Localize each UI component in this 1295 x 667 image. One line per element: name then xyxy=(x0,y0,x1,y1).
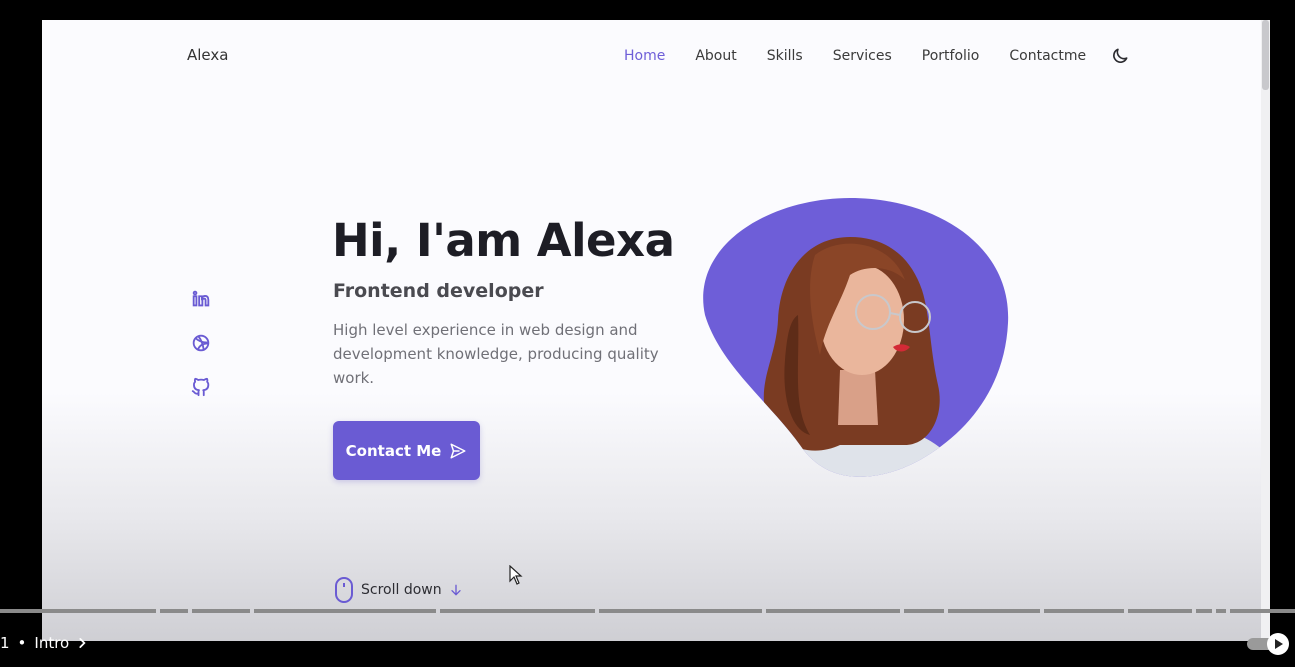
linkedin-icon[interactable] xyxy=(190,288,212,310)
progress-segment[interactable] xyxy=(160,609,188,613)
progress-segment[interactable] xyxy=(1216,609,1226,613)
chapter-number: 1 xyxy=(0,634,10,652)
progress-segment[interactable] xyxy=(1044,609,1124,613)
main-nav: Home About Skills Services Portfolio Con… xyxy=(624,46,1130,66)
contact-me-button[interactable]: Contact Me xyxy=(333,421,480,480)
social-links xyxy=(190,288,212,420)
progress-segment[interactable] xyxy=(948,609,1040,613)
nav-about[interactable]: About xyxy=(695,48,736,64)
progress-segment[interactable] xyxy=(599,609,762,613)
profile-image xyxy=(703,198,1009,477)
nav-skills[interactable]: Skills xyxy=(767,48,803,64)
contact-me-label: Contact Me xyxy=(345,441,442,460)
progress-segment[interactable] xyxy=(1196,609,1212,613)
page-scrollbar[interactable] xyxy=(1261,20,1270,641)
progress-segment[interactable] xyxy=(254,609,436,613)
mouse-icon xyxy=(335,577,353,603)
progress-segment[interactable] xyxy=(0,609,156,613)
github-icon[interactable] xyxy=(190,376,212,398)
progress-segment[interactable] xyxy=(1230,609,1295,613)
arrow-down-icon xyxy=(450,584,461,596)
moon-icon[interactable] xyxy=(1110,46,1130,66)
hero-description: High level experience in web design and … xyxy=(333,321,659,387)
scroll-down-link[interactable]: Scroll down xyxy=(333,576,464,604)
nav-portfolio[interactable]: Portfolio xyxy=(922,48,980,64)
chevron-right-icon xyxy=(79,638,86,648)
scroll-down-label: Scroll down xyxy=(361,582,442,598)
nav-home[interactable]: Home xyxy=(624,48,665,64)
progress-segment[interactable] xyxy=(904,609,944,613)
video-progress-bar[interactable] xyxy=(0,609,1295,613)
chapter-label[interactable]: 1 • Intro xyxy=(0,634,89,652)
chapter-separator: • xyxy=(17,634,27,652)
browser-viewport: Alexa Home About Skills Services Portfol… xyxy=(42,20,1270,641)
progress-segment[interactable] xyxy=(440,609,595,613)
hero-subtitle: Frontend developer xyxy=(333,280,544,302)
progress-segment[interactable] xyxy=(766,609,900,613)
progress-segment[interactable] xyxy=(1128,609,1192,613)
progress-segment[interactable] xyxy=(192,609,250,613)
chapter-title: Intro xyxy=(34,634,70,652)
autoplay-toggle[interactable] xyxy=(1246,630,1290,658)
hero-title: Hi, I'am Alexa xyxy=(332,214,675,267)
scrollbar-thumb[interactable] xyxy=(1262,20,1269,90)
nav-contactme[interactable]: Contactme xyxy=(1009,48,1086,64)
send-icon xyxy=(450,443,466,458)
site-logo[interactable]: Alexa xyxy=(187,46,228,64)
nav-services[interactable]: Services xyxy=(833,48,892,64)
mouse-cursor-icon xyxy=(509,565,523,585)
dribbble-icon[interactable] xyxy=(190,332,212,354)
